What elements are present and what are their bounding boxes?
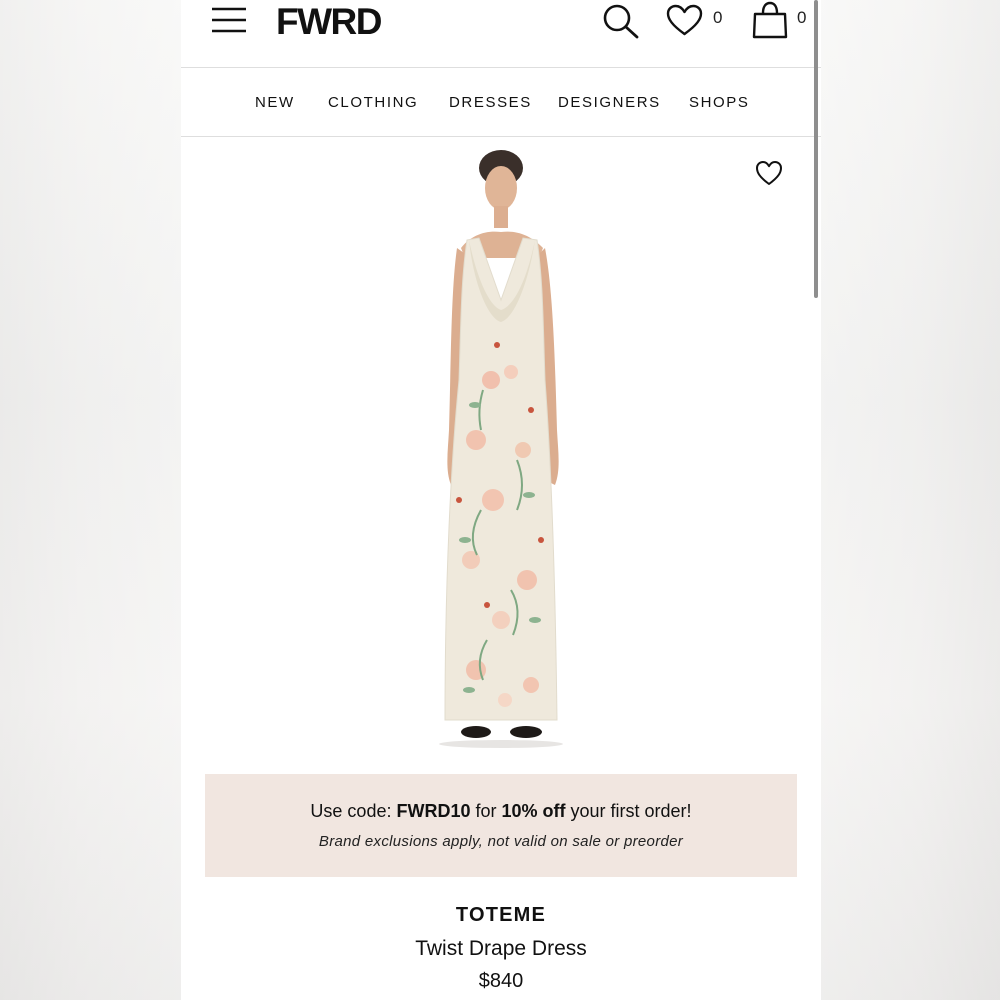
- nav-item-shops[interactable]: SHOPS: [689, 94, 750, 111]
- nav-item-clothing[interactable]: CLOTHING: [328, 94, 418, 111]
- shopping-bag-icon[interactable]: [752, 1, 788, 39]
- mobile-page: FWRD 0 0 NEW CLOTHING DRESSES DESIGNERS …: [181, 0, 821, 1000]
- face: [485, 166, 517, 210]
- main-nav: NEW CLOTHING DRESSES DESIGNERS SHOPS: [181, 68, 821, 137]
- wishlist-count: 0: [713, 8, 723, 27]
- promo-code: FWRD10: [396, 801, 471, 821]
- scrollbar[interactable]: [814, 0, 818, 298]
- promo-banner: Use code: FWRD10 for 10% off your first …: [205, 774, 797, 877]
- promo-offer: Use code: FWRD10 for 10% off your first …: [205, 801, 797, 822]
- product-brand[interactable]: TOTEME: [181, 904, 821, 927]
- product-image[interactable]: [431, 140, 581, 752]
- menu-icon[interactable]: [212, 6, 246, 34]
- add-to-wishlist-heart-icon[interactable]: [755, 160, 783, 186]
- promo-middle: for: [470, 801, 502, 821]
- background-right: [821, 0, 1000, 1000]
- search-icon[interactable]: [602, 3, 640, 39]
- background-left: [0, 0, 181, 1000]
- site-header: FWRD 0 0: [181, 0, 821, 68]
- fwrd-logo[interactable]: FWRD: [276, 1, 382, 43]
- right-sandal: [510, 726, 542, 738]
- promo-discount: 10% off: [501, 801, 566, 821]
- heart-icon[interactable]: [666, 4, 703, 36]
- promo-note: Brand exclusions apply, not valid on sal…: [318, 833, 684, 850]
- bag-count: 0: [797, 8, 807, 27]
- promo-suffix: your first order!: [565, 801, 692, 821]
- promo-prefix: Use code:: [310, 801, 397, 821]
- product-price: $840: [478, 970, 524, 992]
- nav-item-new[interactable]: NEW: [255, 94, 295, 111]
- left-sandal: [461, 726, 491, 738]
- nav-item-dresses[interactable]: DRESSES: [449, 94, 532, 111]
- product-name: Twist Drape Dress: [415, 937, 587, 960]
- nav-item-designers[interactable]: DESIGNERS: [558, 94, 661, 111]
